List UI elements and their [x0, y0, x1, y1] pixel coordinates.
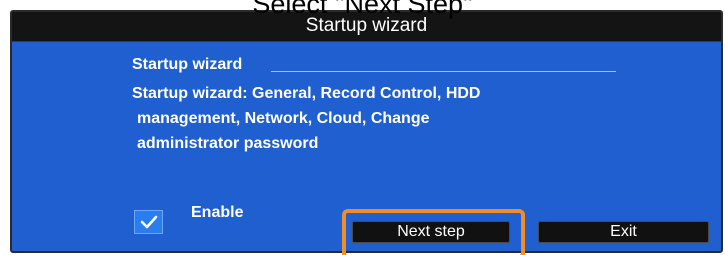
instruction-caption: Select "Next Step"	[252, 0, 473, 19]
enable-label: Enable	[191, 204, 244, 221]
check-icon	[140, 215, 158, 229]
screenshot-stage: Startup wizard Startup wizard Startup wi…	[0, 0, 725, 255]
next-step-highlight	[342, 209, 525, 255]
wizard-description: Startup wizard: General, Record Control,…	[132, 81, 602, 156]
section-divider	[271, 71, 616, 72]
enable-checkbox[interactable]	[134, 210, 163, 234]
description-line: Startup wizard: General, Record Control,…	[132, 85, 481, 102]
exit-button[interactable]: Exit	[538, 221, 709, 243]
description-line: management, Network, Cloud, Change	[137, 110, 430, 127]
description-line: administrator password	[137, 135, 319, 152]
section-heading: Startup wizard	[132, 56, 243, 73]
